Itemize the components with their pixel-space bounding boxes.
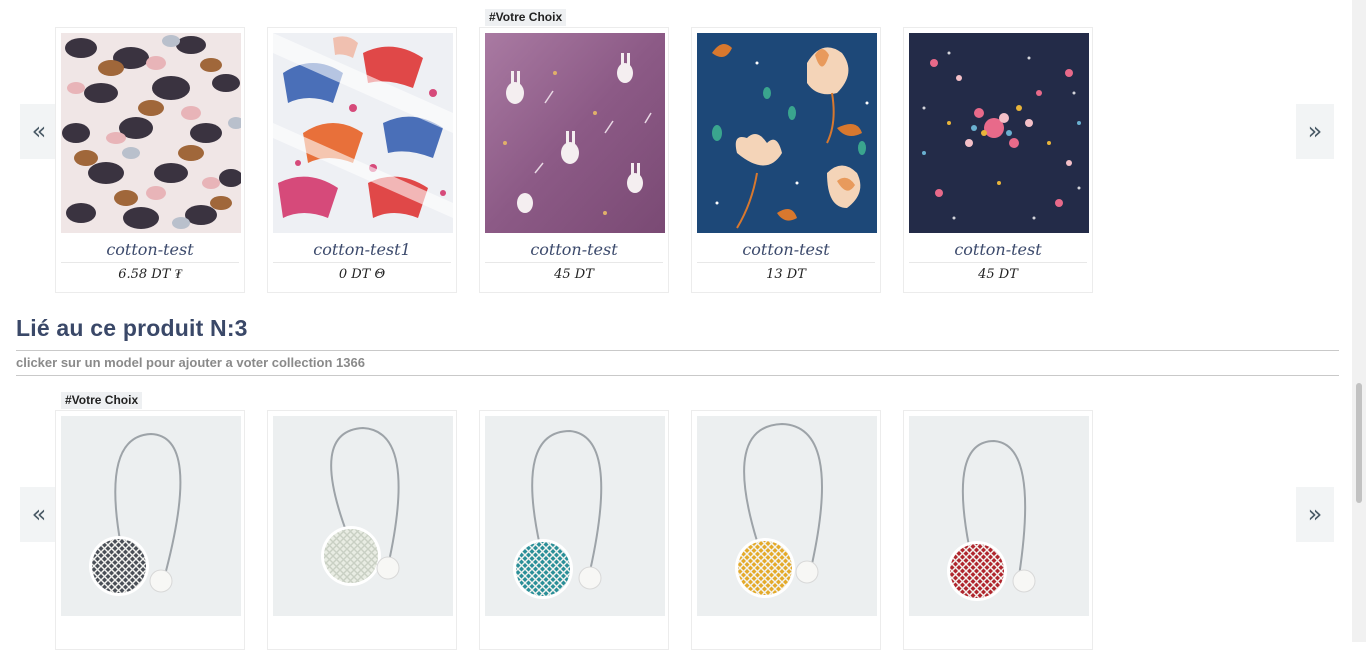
curtain-tieback-image[interactable] <box>273 416 453 616</box>
votre-choix-badge: #Votre Choix <box>485 9 567 26</box>
product-price: 45 DT <box>978 267 1018 282</box>
curtain-tieback-image[interactable] <box>485 416 665 616</box>
product-price: 13 DT <box>766 267 806 282</box>
product-price: 0 DT Θ <box>338 267 386 282</box>
prev-arrow-icon[interactable]: « <box>20 104 58 159</box>
product-name[interactable]: cotton-test <box>909 238 1087 263</box>
section-divider <box>16 375 1339 376</box>
product-card[interactable] <box>691 410 881 650</box>
product-name[interactable]: cotton-test <box>697 238 875 263</box>
product-name[interactable]: cotton-test1 <box>273 238 451 263</box>
product-name[interactable]: cotton-test <box>485 238 663 263</box>
product-card[interactable]: cotton-test 13 DT <box>691 27 881 293</box>
curtain-tieback-image[interactable] <box>61 416 241 616</box>
product-card[interactable]: cotton-test 45 DT <box>903 27 1093 293</box>
fabric-image-fawns[interactable] <box>273 33 453 233</box>
product-card[interactable] <box>55 410 245 650</box>
product-card[interactable] <box>479 410 669 650</box>
product-card[interactable] <box>903 410 1093 650</box>
product-card[interactable]: cotton-test 6.58 DT ₮ <box>55 27 245 293</box>
next-arrow-icon[interactable]: » <box>1296 104 1334 159</box>
curtain-tieback-image[interactable] <box>697 416 877 616</box>
product-card[interactable]: cotton-test1 0 DT Θ <box>267 27 457 293</box>
section-title: Lié au ce produit N:3 <box>16 315 248 341</box>
section-divider <box>16 350 1339 351</box>
product-card[interactable] <box>267 410 457 650</box>
curtain-tieback-image[interactable] <box>909 416 1089 616</box>
section-subtitle: clicker sur un model pour ajouter a vote… <box>16 355 365 370</box>
page-scrollbar[interactable] <box>1352 0 1366 642</box>
product-card[interactable]: cotton-test 45 DT <box>479 27 669 293</box>
prev-arrow-icon[interactable]: « <box>20 487 58 542</box>
fabric-image-bunnies[interactable] <box>485 33 665 233</box>
product-price: 6.58 DT ₮ <box>118 267 182 282</box>
product-price: 45 DT <box>554 267 594 282</box>
product-name[interactable]: cotton-test <box>61 238 239 263</box>
fabric-image-navy-floral[interactable] <box>697 33 877 233</box>
scrollbar-thumb[interactable] <box>1356 383 1362 503</box>
fabric-image-dark-floral[interactable] <box>909 33 1089 233</box>
fabric-image-leopard[interactable] <box>61 33 241 233</box>
next-arrow-icon[interactable]: » <box>1296 487 1334 542</box>
votre-choix-badge: #Votre Choix <box>61 392 143 409</box>
